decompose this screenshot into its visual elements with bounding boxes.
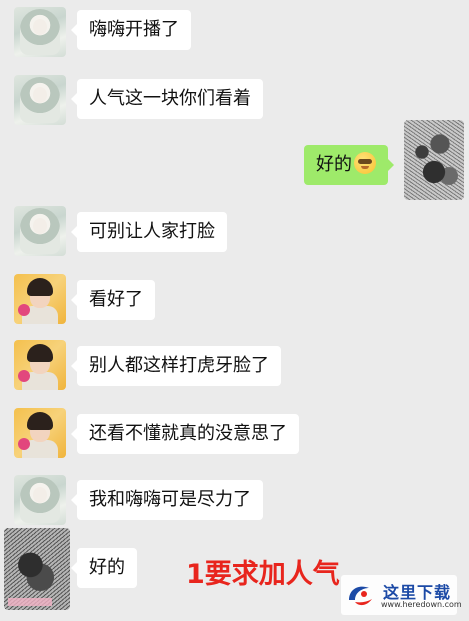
message-bubble[interactable]: 人气这一块你们看着 xyxy=(71,79,263,119)
message-bubble[interactable]: 我和嗨嗨可是尽力了 xyxy=(71,480,263,520)
boy-avatar[interactable] xyxy=(14,340,66,390)
scribbled-avatar[interactable] xyxy=(404,120,464,200)
boy-avatar[interactable] xyxy=(14,408,66,458)
message-text: 看好了 xyxy=(89,289,143,310)
girl-avatar[interactable] xyxy=(14,206,66,256)
watermark-url: www.heredown.com xyxy=(381,600,462,609)
message-text: 好的 xyxy=(316,154,352,175)
message-text: 人气这一块你们看着 xyxy=(89,88,251,109)
girl-avatar[interactable] xyxy=(14,475,66,525)
message-bubble[interactable]: 还看不懂就真的没意思了 xyxy=(71,414,299,454)
message-text: 可别让人家打脸 xyxy=(89,221,215,242)
message-bubble[interactable]: 可别让人家打脸 xyxy=(71,212,227,252)
message-bubble[interactable]: 别人都这样打虎牙脸了 xyxy=(71,346,281,386)
boy-avatar[interactable] xyxy=(14,274,66,324)
overlay-caption: 1要求加人气 xyxy=(186,559,340,590)
message-text: 别人都这样打虎牙脸了 xyxy=(89,355,269,376)
chat-window: 嗨嗨开播了 人气这一块你们看着 好的 可别让人家打脸 看好了 别人都这样打虎牙脸… xyxy=(0,0,469,621)
message-bubble[interactable]: 好的 xyxy=(71,548,137,588)
girl-avatar[interactable] xyxy=(14,75,66,125)
message-text: 好的 xyxy=(89,557,125,578)
site-watermark: 这里下载 www.heredown.com xyxy=(341,575,462,615)
message-bubble[interactable]: 看好了 xyxy=(71,280,155,320)
heredown-logo-icon xyxy=(349,586,372,606)
message-bubble[interactable]: 嗨嗨开播了 xyxy=(71,10,191,50)
message-text: 还看不懂就真的没意思了 xyxy=(89,423,287,444)
scribbled-avatar[interactable] xyxy=(4,528,70,610)
message-text: 嗨嗨开播了 xyxy=(89,19,179,40)
sunglasses-smug-emoji-icon xyxy=(354,152,376,174)
message-text: 我和嗨嗨可是尽力了 xyxy=(89,489,251,510)
girl-avatar[interactable] xyxy=(14,7,66,57)
message-bubble-outgoing[interactable]: 好的 xyxy=(304,145,394,185)
